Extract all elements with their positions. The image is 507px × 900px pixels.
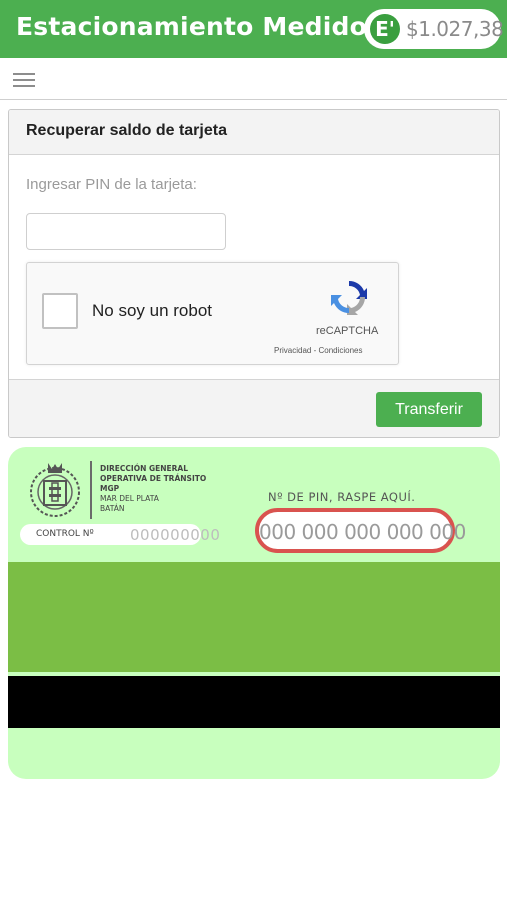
balance-badge[interactable]: E' $1.027,38 — [364, 9, 504, 49]
recaptcha-label: No soy un robot — [92, 301, 213, 320]
wallet-e-icon: E' — [370, 14, 400, 44]
panel-title: Recuperar saldo de tarjeta — [26, 122, 227, 139]
recover-balance-panel: Recuperar saldo de tarjeta Ingresar PIN … — [8, 109, 500, 438]
pin-scratch-heading: Nº DE PIN, RASPE AQUÍ. — [268, 490, 416, 504]
pin-scratch-area: 000 000 000 000 000 — [255, 508, 466, 553]
hamburger-menu-icon[interactable] — [13, 73, 35, 87]
magnetic-stripe — [8, 676, 500, 728]
balance-amount: $1.027,38 — [406, 17, 504, 41]
recaptcha-widget: No soy un robot reCAPTCHA Privacidad - C… — [26, 262, 399, 365]
pin-label: Ingresar PIN de la tarjeta: — [26, 176, 197, 193]
org-line: DIRECCIÓN GENERAL — [100, 464, 189, 473]
card-divider — [90, 461, 92, 519]
control-value: 000000000 — [130, 526, 221, 544]
org-line: MAR DEL PLATA — [100, 494, 159, 503]
city-crest-icon — [30, 463, 80, 517]
toolbar — [0, 58, 507, 100]
transfer-button[interactable]: Transferir — [376, 392, 482, 427]
recaptcha-checkbox[interactable] — [42, 293, 78, 329]
pin-input[interactable] — [26, 213, 226, 250]
card-green-band — [8, 562, 500, 672]
app-bar: Estacionamiento Medido E' $1.027,38 — [0, 0, 507, 58]
org-line: MGP — [100, 484, 120, 493]
pin-scratch-value: 000 000 000 000 000 — [259, 520, 466, 544]
recaptcha-links[interactable]: Privacidad - Condiciones — [274, 346, 363, 355]
org-line: BATÁN — [100, 504, 125, 513]
panel-heading: Recuperar saldo de tarjeta — [9, 110, 499, 155]
panel-footer: Transferir — [9, 379, 499, 437]
org-line: OPERATIVA DE TRÁNSITO — [100, 474, 207, 483]
recaptcha-logo-icon — [331, 280, 367, 315]
app-title: Estacionamiento Medido — [16, 12, 367, 41]
recaptcha-brand: reCAPTCHA — [316, 325, 379, 337]
control-number-field: CONTROL Nº 000000000 — [20, 524, 220, 545]
control-label: CONTROL Nº — [36, 529, 94, 539]
parking-card-image: DIRECCIÓN GENERAL OPERATIVA DE TRÁNSITO … — [8, 447, 500, 779]
